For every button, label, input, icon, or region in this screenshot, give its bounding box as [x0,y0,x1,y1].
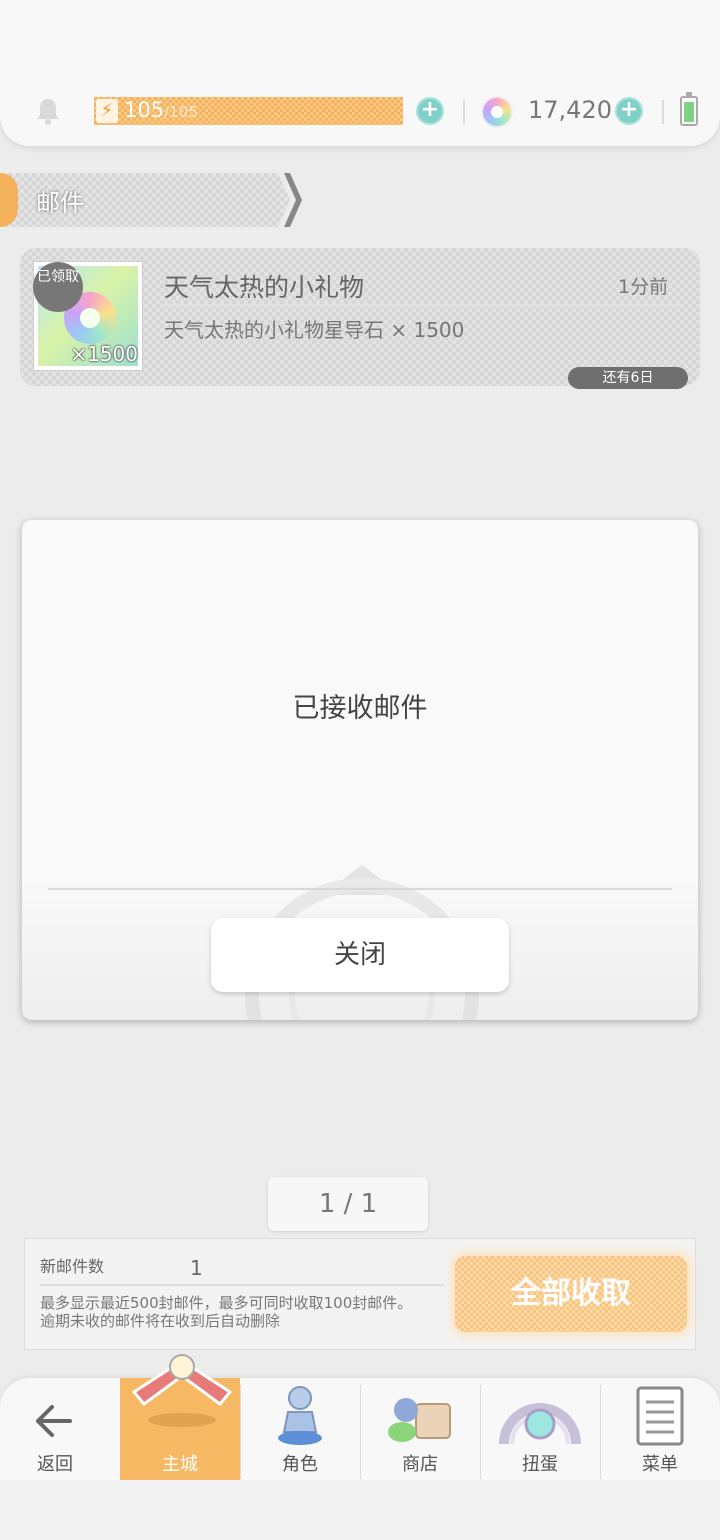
page-indicator: 1 / 1 [268,1177,428,1231]
new-mail-count: 1 [190,1256,203,1280]
divider [463,100,465,124]
received-badge: 已领取 [33,262,83,312]
dialog-message: 已接收邮件 [292,693,428,724]
divider [164,304,680,306]
character-icon [278,1386,322,1445]
divider [40,1284,444,1286]
expire-badge: 还有6日 [568,367,688,389]
collect-all-button[interactable]: 全部收取 [455,1256,687,1332]
bell-icon[interactable] [34,96,62,126]
mail-title: 天气太热的小礼物 [164,273,365,302]
star-gem-icon [481,96,513,128]
lightning-icon: ⚡ [96,99,118,123]
mail-section-title: 邮件 [36,189,84,217]
nav-item-gacha[interactable]: 扭蛋 [480,1378,600,1480]
castle-icon [131,1354,233,1427]
system-gesture-area [0,1480,720,1540]
gem-count: 17,420 [528,96,612,124]
nav-label: 扭蛋 [522,1454,558,1475]
mail-expire-note: 逾期未收的邮件将在收到后自动删除 [40,1312,281,1330]
expire-text: 还有6日 [602,370,654,386]
new-mail-label: 新邮件数 [40,1257,105,1276]
close-button[interactable]: 关闭 [211,918,509,992]
back-button[interactable]: 返回 [0,1378,110,1480]
mail-time: 1分前 [618,276,669,298]
energy-bar: ⚡ 105/105 [94,97,403,125]
nav-label: 角色 [282,1454,318,1475]
nav-item-menu[interactable]: 菜单 [600,1378,720,1480]
energy-current: 105 [124,98,165,122]
divider [662,100,664,124]
energy-text: 105/105 [124,98,198,122]
nav-label: 主城 [162,1454,198,1475]
divider [48,888,672,890]
nav-label: 菜单 [642,1454,678,1475]
shop-icon [388,1398,451,1442]
arrow-left-icon [36,1405,72,1437]
mail-description: 天气太热的小礼物星导石 × 1500 [164,318,465,342]
nav-item-character[interactable]: 角色 [240,1378,360,1480]
energy-max: /105 [164,103,198,121]
menu-list-icon [636,1386,684,1446]
confirmation-dialog: 已接收邮件 关闭 [22,520,698,1020]
attachment-quantity: ×1500 [70,342,138,366]
nav-item-main-city[interactable]: 主城 [120,1354,240,1480]
add-gem-button[interactable]: + [615,97,643,125]
battery-icon [680,92,698,126]
nav-item-shop[interactable]: 商店 [360,1378,480,1480]
back-label: 返回 [37,1454,73,1475]
add-energy-button[interactable]: + [416,97,444,125]
gacha-icon [499,1403,581,1445]
nav-label: 商店 [402,1454,438,1475]
